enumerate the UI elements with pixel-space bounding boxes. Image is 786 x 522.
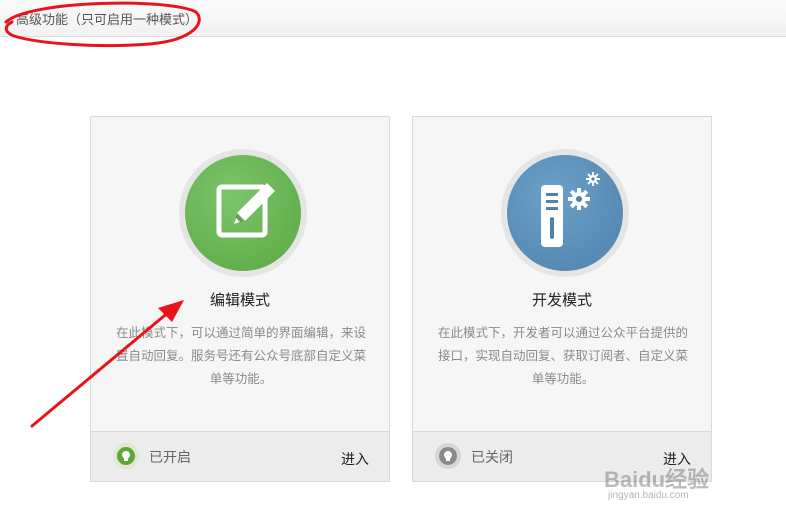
edit-mode-enter-button[interactable]: 进入	[341, 449, 369, 469]
lightbulb-on-icon	[113, 443, 139, 469]
edit-mode-description: 在此模式下，可以通过简单的界面编辑，来设置自动回复。服务号还有公众号底部自定义菜…	[115, 325, 366, 386]
lightbulb-off-icon	[435, 443, 461, 469]
edit-mode-status: 已开启	[149, 450, 191, 466]
developer-mode-title: 开发模式	[531, 291, 592, 309]
edit-mode-card: 编辑模式 在此模式下，可以通过简单的界面编辑，来设置自动回复。服务号还有公众号底…	[90, 116, 390, 482]
server-gear-icon	[507, 155, 623, 271]
developer-mode-description: 在此模式下，开发者可以通过公众平台提供的接口，实现自动回复、获取订阅者、自定义菜…	[437, 325, 688, 386]
developer-mode-enter-button[interactable]: 进入	[663, 449, 691, 469]
developer-mode-card: 开发模式 在此模式下，开发者可以通过公众平台提供的接口，实现自动回复、获取订阅者…	[412, 116, 712, 482]
page-title: 高级功能（只可启用一种模式）	[16, 13, 199, 28]
developer-mode-footer: 已关闭 进入	[413, 431, 711, 481]
edit-mode-title: 编辑模式	[209, 291, 270, 309]
developer-mode-status: 已关闭	[471, 450, 513, 466]
header-bar: 高级功能（只可启用一种模式）	[0, 0, 786, 37]
edit-mode-footer: 已开启 进入	[91, 431, 389, 481]
edit-mode-icon-ring	[179, 149, 307, 277]
edit-pencil-icon	[185, 155, 301, 271]
watermark-url: jingyan.baidu.com	[608, 490, 689, 501]
developer-mode-icon-ring	[501, 149, 629, 277]
